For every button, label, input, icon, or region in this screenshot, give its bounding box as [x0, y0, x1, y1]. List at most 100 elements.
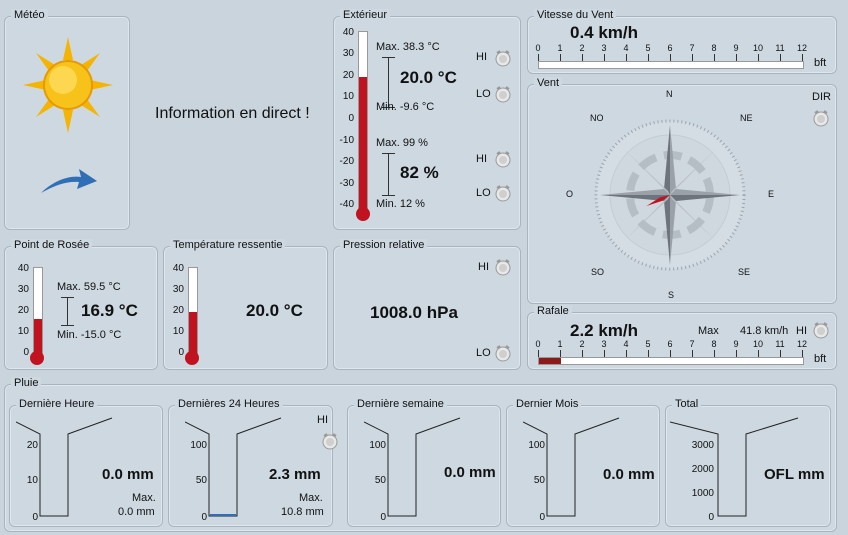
scale-label: 10 [752, 43, 763, 53]
heure-max-label: Max. [132, 492, 156, 504]
pluie-heure-panel: Dernière Heure 20 10 0 0.0 mm Max. 0.0 m… [9, 398, 163, 527]
pression-lo-alarm-icon[interactable] [494, 344, 512, 362]
scale-tick [736, 54, 737, 61]
pluie-mois-panel: Dernier Mois 100 50 0 0.0 mm [506, 398, 660, 527]
scale-label: 3 [601, 43, 607, 53]
pression-value: 1008.0 hPa [370, 303, 458, 322]
rafale-hi-label: HI [796, 325, 807, 337]
mois-value: 0.0 mm [603, 466, 655, 483]
ressentie-panel: Température ressentie 40 30 20 10 0 20.0… [163, 239, 328, 370]
pression-hi-alarm-icon[interactable] [494, 258, 512, 276]
ressentie-bulb [185, 351, 199, 365]
hum-lo-alarm-icon[interactable] [494, 184, 512, 202]
scale-label: 10 [752, 339, 763, 349]
compass-o: O [566, 189, 574, 199]
scale-label: 8 [711, 339, 717, 349]
temp-bracket [388, 57, 389, 107]
tick-m40: -40 [339, 199, 354, 210]
scale-label: 7 [689, 339, 695, 349]
scale-label: 5 [645, 43, 651, 53]
ressentie-tick-0: 0 [178, 347, 184, 358]
info-live-text: Information en direct ! [155, 105, 310, 122]
hum-hi-alarm-icon[interactable] [494, 150, 512, 168]
scale-tick [560, 54, 561, 61]
pluie-title: Pluie [11, 377, 42, 389]
scale-label: 1 [557, 43, 563, 53]
pression-lo-label: LO [476, 347, 491, 359]
scale-label: 0 [535, 339, 541, 349]
scale-tick [604, 54, 605, 61]
sun-icon [23, 37, 113, 133]
scale-label: 9 [733, 339, 739, 349]
compass-s: S [668, 290, 675, 300]
scale-label: 5 [645, 339, 651, 349]
hum-hi-label: HI [476, 153, 487, 165]
heure-gauge [16, 417, 113, 517]
scale-label: 6 [667, 339, 673, 349]
ressentie-tick-40: 40 [172, 263, 184, 274]
scale-label: 11 [775, 43, 785, 53]
compass-ne: NE [740, 113, 753, 123]
temp-min: Min. -9.6 °C [376, 101, 435, 113]
pluie-jour-title: Dernières 24 Heures [175, 398, 283, 410]
scale-tick [736, 350, 737, 357]
scale-label: 1 [557, 339, 563, 349]
vitesse-unit: bft [814, 57, 827, 69]
tick-40: 40 [342, 27, 354, 38]
rosee-thermometer [33, 267, 43, 357]
scale-tick [692, 54, 693, 61]
scale-label: 11 [775, 339, 785, 349]
heure-value: 0.0 mm [102, 466, 154, 483]
total-value: OFL mm [764, 466, 825, 483]
meteo-panel: Météo Information en direct ! [4, 9, 310, 230]
pluie-mois-title: Dernier Mois [513, 398, 582, 410]
ressentie-thermometer-fill [189, 312, 197, 356]
tick-m10: -10 [339, 135, 354, 146]
temp-hi-alarm-icon[interactable] [494, 49, 512, 67]
tick-30: 30 [342, 48, 354, 59]
heure-max-value: 0.0 mm [118, 506, 155, 518]
temp-lo-label: LO [476, 88, 491, 100]
rosee-tick-30: 30 [17, 284, 29, 295]
wind-compass [594, 119, 746, 271]
tick-m30: -30 [339, 178, 354, 189]
ressentie-title: Température ressentie [170, 239, 286, 251]
vent-dir-alarm-icon[interactable] [812, 109, 830, 127]
vitesse-bar [538, 61, 804, 69]
hum-max: Max. 99 % [376, 137, 428, 149]
vitesse-panel: Vitesse du Vent 0.4 km/h 0 1 2 3 4 5 6 7 8 9 10 11 1… [527, 9, 837, 74]
vitesse-value: 0.4 km/h [570, 23, 639, 42]
scale-tick [714, 54, 715, 61]
scale-tick [802, 54, 803, 61]
hum-value: 82 % [400, 163, 439, 182]
scale-label: 0 [535, 43, 541, 53]
hum-lo-label: LO [476, 187, 491, 199]
exterieur-bulb [356, 207, 370, 221]
rosee-tick-10: 10 [17, 326, 29, 337]
rosee-max: Max. 59.5 °C [57, 281, 121, 293]
rosee-min: Min. -15.0 °C [57, 329, 122, 341]
compass-se: SE [738, 267, 751, 277]
scale-tick [538, 350, 539, 357]
temp-lo-alarm-icon[interactable] [494, 85, 512, 103]
meteo-title: Météo [11, 9, 48, 21]
scale-label: 8 [711, 43, 717, 53]
rosee-tick-20: 20 [17, 305, 29, 316]
tick-m20: -20 [339, 156, 354, 167]
rosee-tick-0: 0 [23, 347, 29, 358]
scale-tick [626, 350, 627, 357]
rosee-title: Point de Rosée [11, 239, 93, 251]
scale-tick [758, 54, 759, 61]
jour-max-value: 10.8 mm [281, 506, 324, 518]
pluie-semaine-panel: Dernière semaine 100 50 0 0.0 mm [347, 398, 501, 527]
ressentie-thermometer [188, 267, 198, 357]
jour-hi-alarm-icon[interactable] [321, 432, 339, 450]
tick-0: 0 [348, 113, 354, 124]
scale-tick [626, 54, 627, 61]
rafale-bar-fill [539, 358, 561, 364]
temp-hi-label: HI [476, 51, 487, 63]
scale-label: 12 [796, 43, 807, 53]
scale-tick [758, 350, 759, 357]
rafale-panel: Rafale 2.2 km/h Max 41.8 km/h HI 0123456… [527, 305, 837, 370]
rafale-hi-alarm-icon[interactable] [812, 321, 830, 339]
